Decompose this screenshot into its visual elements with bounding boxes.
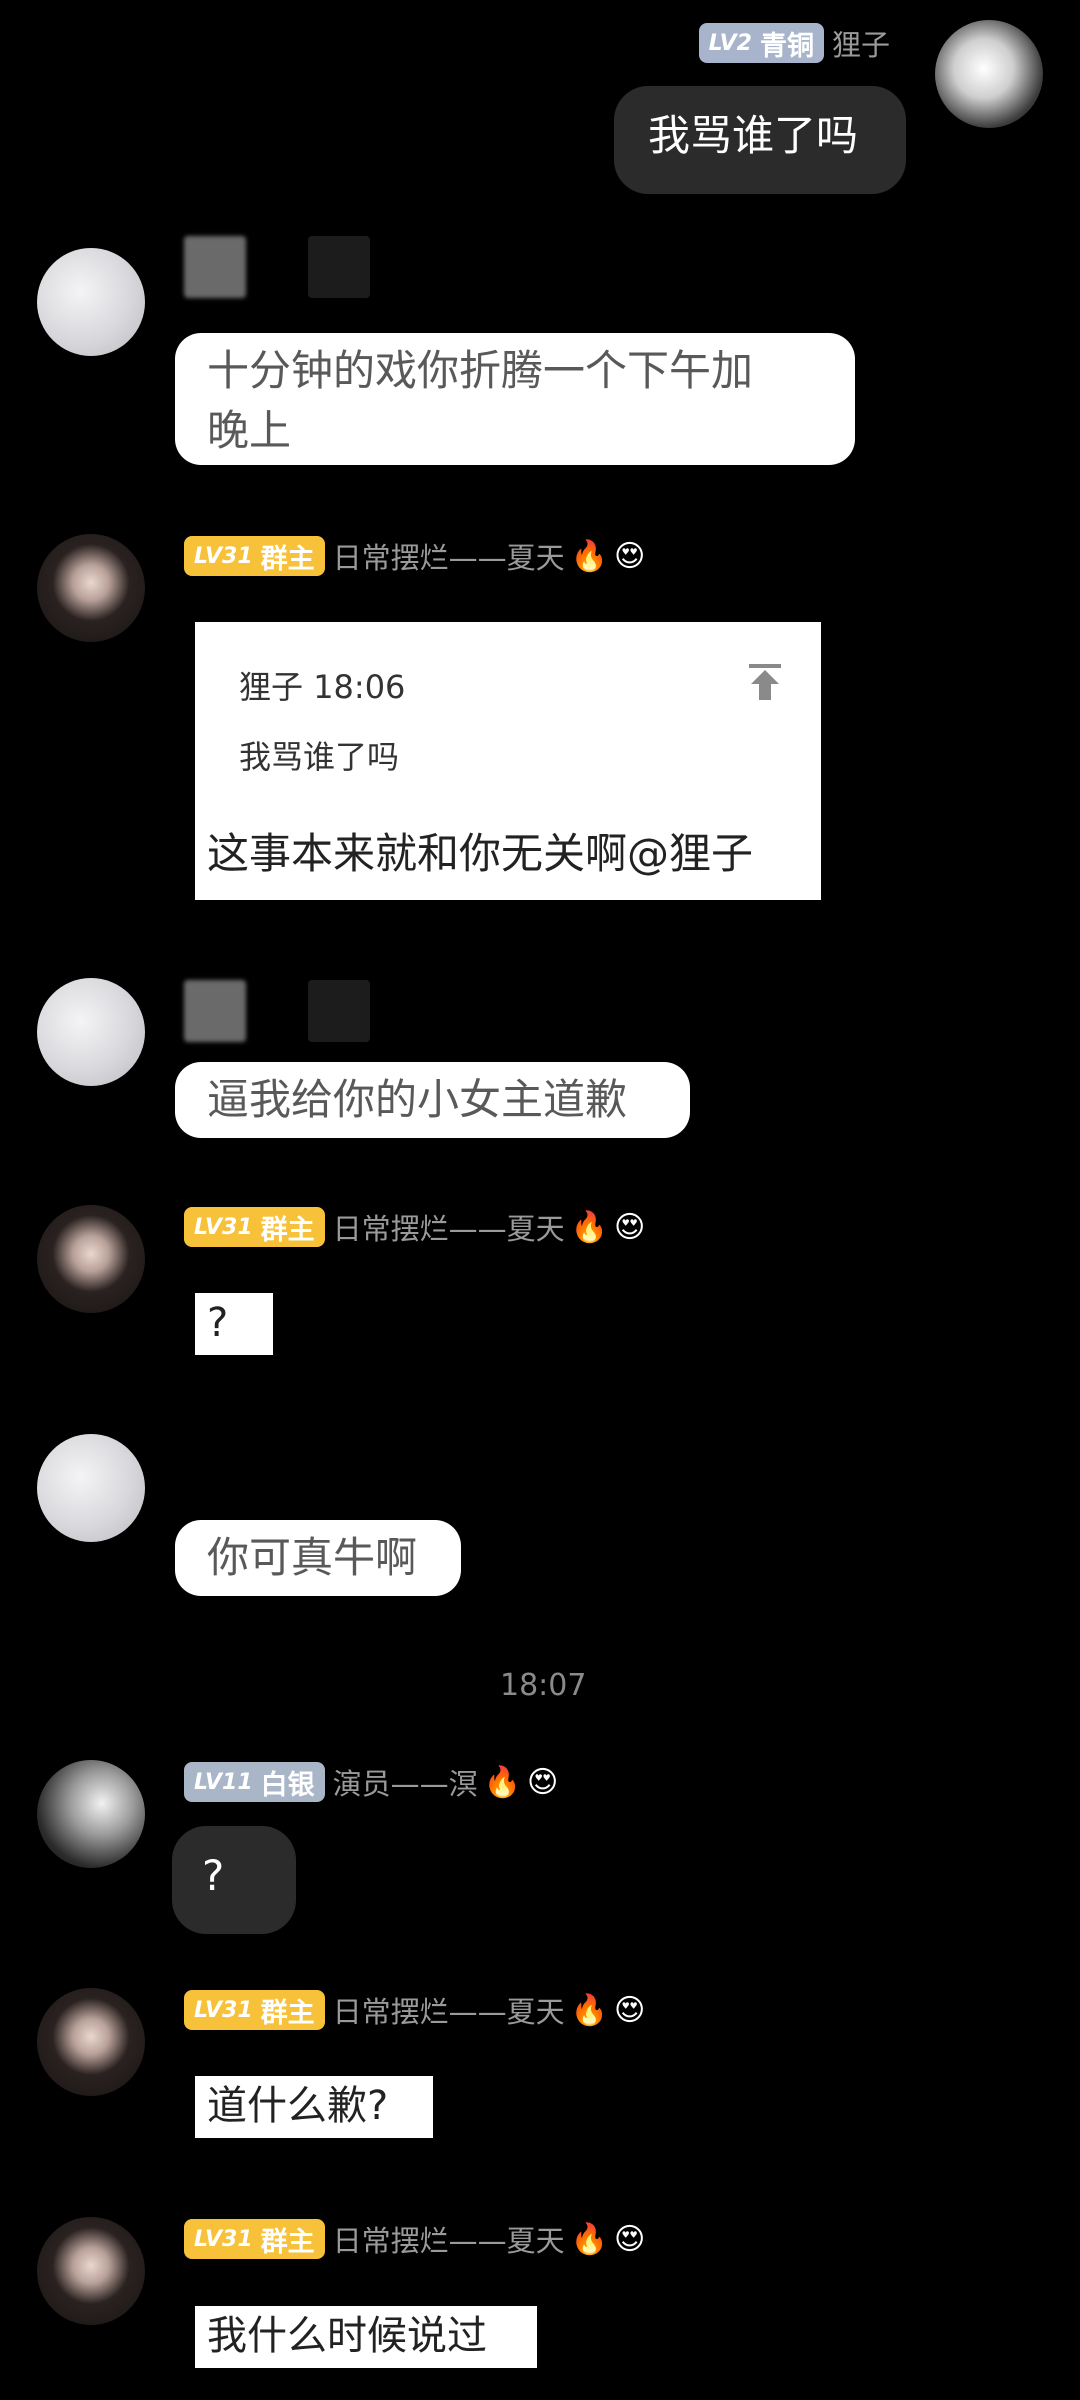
sender-name: 日常摆烂——夏天 bbox=[332, 2224, 565, 2258]
level-label: LV11 bbox=[194, 1769, 253, 1795]
message-bubble[interactable]: 我骂谁了吗 bbox=[614, 86, 906, 194]
message-bubble[interactable]: 逼我给你的小女主道歉 bbox=[175, 1062, 690, 1138]
quote-header: 狸子 18:06 bbox=[239, 662, 405, 708]
girl-photo-avatar[interactable] bbox=[37, 1988, 145, 2096]
sender-name: 日常摆烂——夏天 bbox=[332, 541, 565, 575]
level-badge: LV31 群主 bbox=[184, 2219, 325, 2259]
message-bubble[interactable]: 我什么时候说过 bbox=[195, 2306, 537, 2368]
redacted-badge bbox=[184, 236, 246, 298]
message-bubble[interactable]: 道什么歉? bbox=[195, 2076, 433, 2138]
girl-photo-avatar[interactable] bbox=[37, 1205, 145, 1313]
level-title: 群主 bbox=[260, 2226, 315, 2258]
message-bubble[interactable]: ? bbox=[195, 1293, 273, 1355]
level-badge: LV2 青铜 bbox=[698, 23, 824, 63]
message-bubble[interactable]: ? bbox=[172, 1826, 296, 1934]
fire-emoji: 🔥 bbox=[570, 2221, 609, 2257]
level-title: 群主 bbox=[260, 1214, 315, 1246]
manga-sketch-avatar[interactable] bbox=[935, 20, 1043, 128]
level-badge: LV31 群主 bbox=[184, 1207, 325, 1247]
level-label: LV31 bbox=[194, 1997, 253, 2023]
level-badge: LV11 白银 bbox=[184, 1762, 325, 1802]
smile-emoji: 😍 bbox=[527, 1764, 559, 1800]
sender-name: 演员——溟 bbox=[332, 1767, 478, 1801]
level-label: LV31 bbox=[194, 543, 253, 569]
message-text: 道什么歉? bbox=[207, 2083, 389, 2129]
sender-row: LV11 白银 演员——溟 🔥 😍 bbox=[184, 1761, 558, 1803]
redacted-name bbox=[308, 236, 370, 298]
sender-name: 狸子 bbox=[831, 28, 890, 62]
sender-row: LV2 青铜 狸子 bbox=[698, 22, 890, 64]
smile-emoji: 😍 bbox=[614, 2221, 646, 2257]
quote-text: 我骂谁了吗 bbox=[239, 738, 400, 776]
level-title: 群主 bbox=[260, 543, 315, 575]
pin-top-icon[interactable] bbox=[745, 662, 785, 702]
fire-emoji: 🔥 bbox=[570, 538, 609, 574]
message-text: 我骂谁了吗 bbox=[648, 111, 859, 160]
message-text: ? bbox=[207, 1300, 229, 1346]
level-title: 青铜 bbox=[759, 30, 814, 62]
sender-name: 日常摆烂——夏天 bbox=[332, 1212, 565, 1246]
quote-time: 18:06 bbox=[313, 668, 406, 706]
level-title: 白银 bbox=[260, 1769, 315, 1801]
sender-row: LV31 群主 日常摆烂——夏天 🔥 😍 bbox=[184, 535, 645, 577]
ink-portrait-avatar[interactable] bbox=[37, 1760, 145, 1868]
level-title: 群主 bbox=[260, 1997, 315, 2029]
sender-row: LV31 群主 日常摆烂——夏天 🔥 😍 bbox=[184, 1989, 645, 2031]
message-text-line: 晚上 bbox=[207, 406, 292, 455]
girl-photo-avatar[interactable] bbox=[37, 2217, 145, 2325]
message-text: 你可真牛啊 bbox=[207, 1533, 418, 1582]
smile-emoji: 😍 bbox=[614, 1209, 646, 1245]
time-divider: 18:07 bbox=[500, 1668, 587, 1703]
girl-photo-avatar[interactable] bbox=[37, 534, 145, 642]
smile-emoji: 😍 bbox=[614, 1992, 646, 2028]
message-text-line: 十分钟的戏你折腾一个下午加 bbox=[207, 346, 754, 395]
redacted-name bbox=[308, 980, 370, 1042]
sender-row: LV31 群主 日常摆烂——夏天 🔥 😍 bbox=[184, 1206, 645, 1248]
level-badge: LV31 群主 bbox=[184, 1990, 325, 2030]
smile-emoji: 😍 bbox=[614, 538, 646, 574]
message-text: 我什么时候说过 bbox=[207, 2313, 487, 2359]
sender-row: LV31 群主 日常摆烂——夏天 🔥 😍 bbox=[184, 2218, 645, 2260]
sketch-face-avatar[interactable] bbox=[37, 248, 145, 356]
fire-emoji: 🔥 bbox=[570, 1992, 609, 2028]
level-label: LV31 bbox=[194, 2226, 253, 2252]
message-text: 逼我给你的小女主道歉 bbox=[207, 1075, 628, 1124]
message-bubble[interactable]: 你可真牛啊 bbox=[175, 1520, 461, 1596]
fire-emoji: 🔥 bbox=[483, 1764, 522, 1800]
fire-emoji: 🔥 bbox=[570, 1209, 609, 1245]
sender-name: 日常摆烂——夏天 bbox=[332, 1995, 565, 2029]
message-text: ? bbox=[202, 1851, 225, 1900]
sketch-face-avatar[interactable] bbox=[37, 978, 145, 1086]
redacted-badge bbox=[184, 980, 246, 1042]
level-label: LV2 bbox=[708, 30, 752, 56]
quoted-message-card[interactable]: 狸子 18:06 我骂谁了吗 这事本来就和你无关啊@狸子 bbox=[195, 622, 821, 900]
sketch-face-avatar[interactable] bbox=[37, 1434, 145, 1542]
level-label: LV31 bbox=[194, 1214, 253, 1240]
message-bubble[interactable]: 十分钟的戏你折腾一个下午加 晚上 bbox=[175, 333, 855, 465]
quote-sender: 狸子 bbox=[239, 668, 304, 706]
message-text: 这事本来就和你无关啊@狸子 bbox=[207, 829, 754, 878]
level-badge: LV31 群主 bbox=[184, 536, 325, 576]
